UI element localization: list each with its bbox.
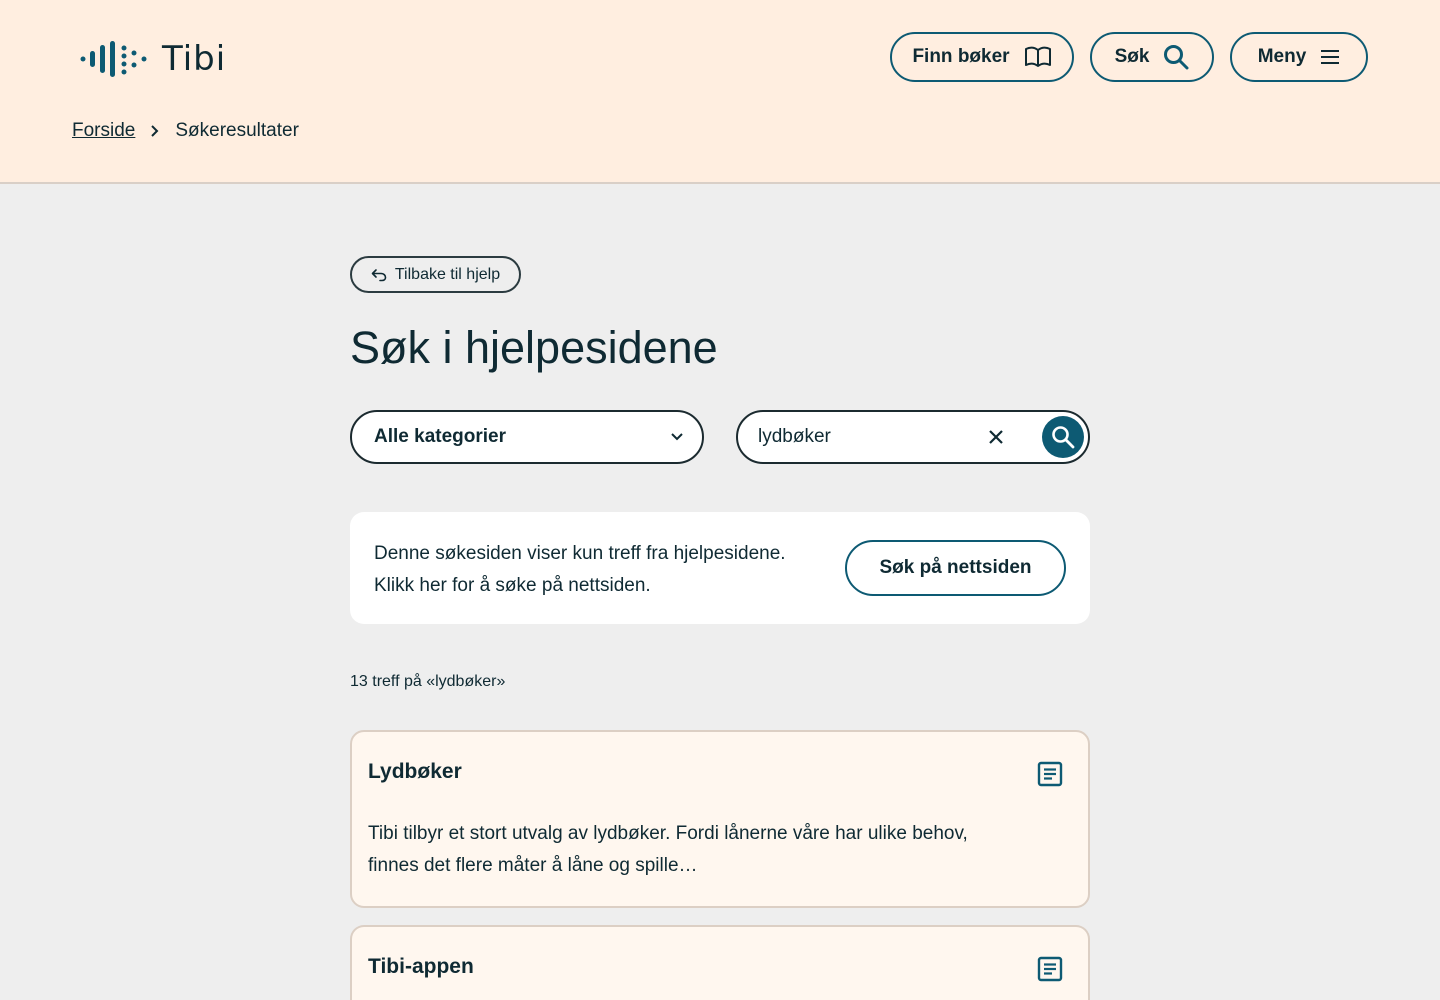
menu-button[interactable]: Meny xyxy=(1230,32,1368,82)
result-card[interactable]: Lydbøker Tibi tilbyr et stort utvalg av … xyxy=(350,730,1090,908)
close-icon xyxy=(989,430,1003,444)
chevron-right-icon xyxy=(151,125,159,137)
header-search-label: Søk xyxy=(1114,46,1150,67)
search-website-button[interactable]: Søk på nettsiden xyxy=(845,540,1066,596)
find-books-label: Finn bøker xyxy=(912,46,1010,67)
find-books-button[interactable]: Finn bøker xyxy=(890,32,1074,82)
breadcrumb-current: Søkeresultater xyxy=(175,120,299,141)
help-search-field[interactable]: lydbøker xyxy=(736,410,1090,464)
search-icon xyxy=(1052,426,1075,449)
logo-text: Tibi xyxy=(162,39,227,79)
logo-mark-icon xyxy=(80,41,147,77)
header-search-button[interactable]: Søk xyxy=(1090,32,1214,82)
search-icon xyxy=(1164,45,1189,70)
page-title: Søk i hjelpesidene xyxy=(350,322,718,373)
clear-search-button[interactable] xyxy=(984,425,1008,449)
result-title[interactable]: Lydbøker xyxy=(368,760,462,784)
back-to-help-label: Tilbake til hjelp xyxy=(394,265,501,283)
result-title[interactable]: Tibi-appen xyxy=(368,955,474,979)
chevron-down-icon xyxy=(671,433,683,441)
menu-label: Meny xyxy=(1257,46,1307,67)
info-text-line-1: Denne søkesiden viser kun treff fra hjel… xyxy=(374,543,786,564)
result-description: Tibi tilbyr et stort utvalg av lydbøker.… xyxy=(368,818,1008,882)
article-icon xyxy=(1037,761,1063,787)
category-select[interactable]: Alle kategorier xyxy=(350,410,704,464)
return-arrow-icon xyxy=(371,268,387,281)
hit-count: 13 treff på «lydbøker» xyxy=(350,673,506,690)
help-search-input[interactable]: lydbøker xyxy=(758,426,984,448)
site-header: Tibi Finn bøker Søk Meny Forside Søkeres… xyxy=(0,0,1440,184)
back-to-help-button[interactable]: Tilbake til hjelp xyxy=(350,256,521,293)
info-text: Denne søkesiden viser kun treff fra hjel… xyxy=(374,538,814,602)
open-book-icon xyxy=(1024,46,1051,67)
result-card[interactable]: Tibi-appen xyxy=(350,925,1090,1000)
result-description-line-2: finnes det flere måter å låne og spille… xyxy=(368,855,698,876)
breadcrumb-home-link[interactable]: Forside xyxy=(72,120,135,142)
search-website-label: Søk på nettsiden xyxy=(879,557,1032,578)
submit-search-button[interactable] xyxy=(1042,416,1084,458)
info-text-line-2: Klikk her for å søke på nettsiden. xyxy=(374,575,651,596)
result-description-line-1: Tibi tilbyr et stort utvalg av lydbøker.… xyxy=(368,823,968,844)
hamburger-icon xyxy=(1321,50,1340,64)
tibi-logo[interactable]: Tibi xyxy=(80,38,226,80)
article-icon xyxy=(1037,956,1063,982)
info-box: Denne søkesiden viser kun treff fra hjel… xyxy=(350,512,1090,624)
category-select-value: Alle kategorier xyxy=(374,426,506,447)
breadcrumb: Forside Søkeresultater xyxy=(72,120,299,142)
